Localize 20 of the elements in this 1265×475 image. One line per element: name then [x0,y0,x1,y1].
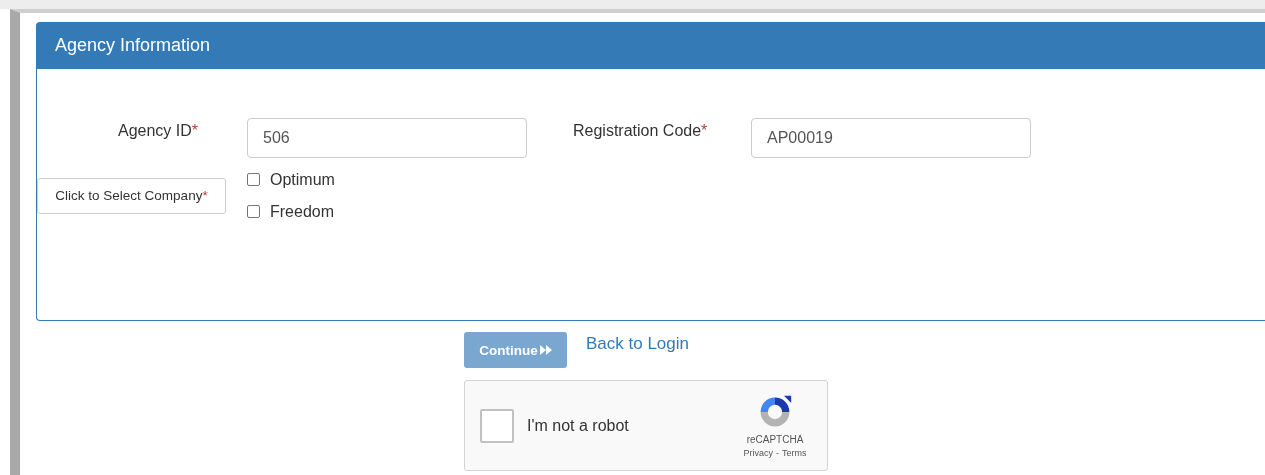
terms-link[interactable]: Terms [782,447,807,458]
field-label: Agency ID [117,122,192,139]
input-field[interactable]: 506 [247,118,527,158]
checkbox[interactable] [247,205,260,218]
required-mark: * [191,122,198,139]
select-company-button[interactable]: Click to Select Company* [37,177,226,214]
input-field[interactable]: AP00019 [751,118,1031,158]
checkbox-label: Freedom [270,202,335,221]
recaptcha-brand: reCAPTCHA [746,433,804,445]
separator-dot: - [776,447,779,458]
fast-forward-icon [539,345,552,355]
required-mark: * [701,122,708,139]
back-to-login-link[interactable]: Back to Login [586,334,689,354]
checkbox[interactable] [247,173,260,186]
field-label: Registration Code [573,122,702,139]
checkbox-label: I'm not a robot [527,416,629,435]
privacy-link[interactable]: Privacy [743,447,773,458]
panel-title: Agency Information [37,23,1265,69]
checkbox[interactable] [480,408,514,443]
checkbox-label: Optimum [270,170,335,189]
